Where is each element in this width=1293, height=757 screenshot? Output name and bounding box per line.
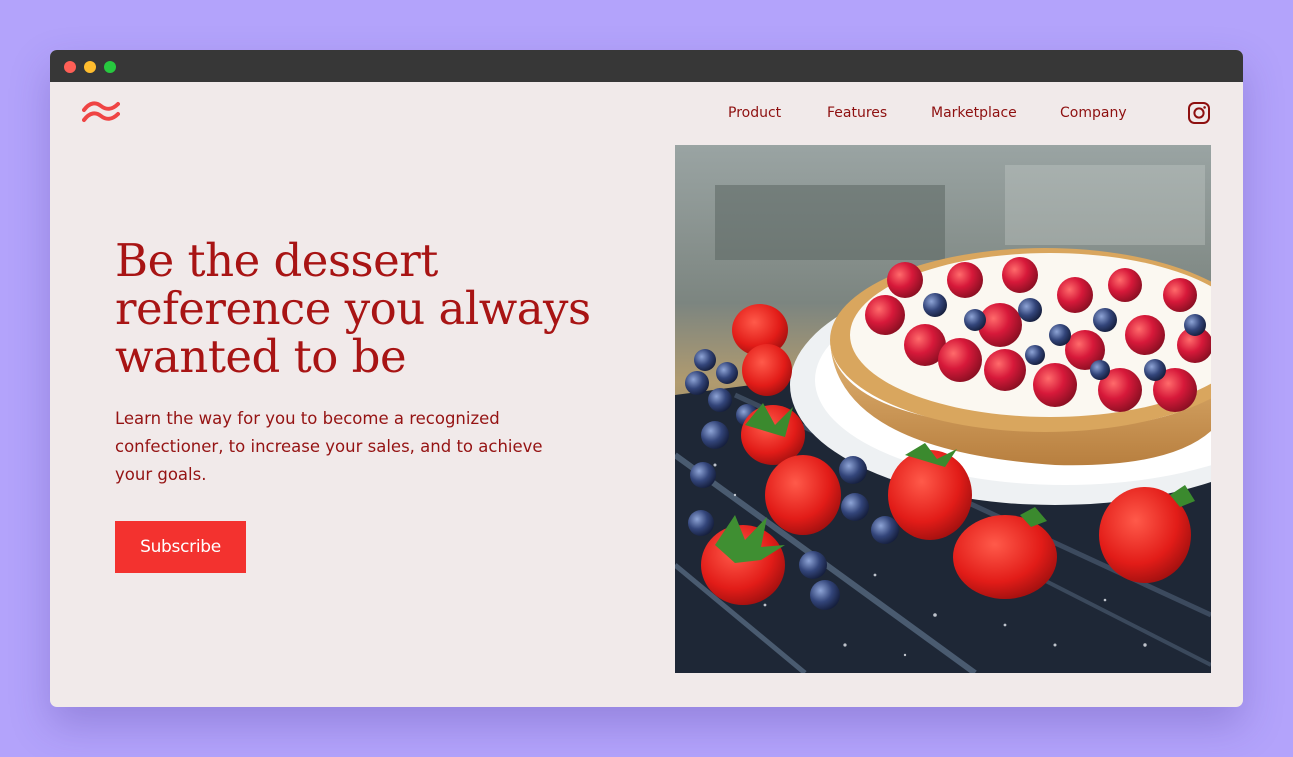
instagram-icon[interactable]: [1187, 101, 1211, 125]
minimize-window-button[interactable]: [84, 61, 96, 73]
hero-headline: Be the dessert reference you always want…: [115, 234, 591, 383]
browser-window: Product Features Marketplace Company Be …: [50, 50, 1243, 707]
nav-link-product[interactable]: Product: [728, 105, 781, 121]
subscribe-button[interactable]: Subscribe: [115, 521, 246, 573]
close-window-button[interactable]: [64, 61, 76, 73]
maximize-window-button[interactable]: [104, 61, 116, 73]
hero-subtext: Learn the way for you to become a recogn…: [115, 409, 543, 484]
wave-logo-icon[interactable]: [82, 101, 120, 125]
nav-link-marketplace[interactable]: Marketplace: [931, 105, 1017, 121]
window-titlebar: [50, 50, 1243, 82]
nav-link-company[interactable]: Company: [1060, 105, 1127, 121]
nav-link-features[interactable]: Features: [827, 105, 887, 121]
berry-tart-illustration: [675, 145, 1211, 673]
dessert-tart-photo: [675, 145, 1211, 673]
